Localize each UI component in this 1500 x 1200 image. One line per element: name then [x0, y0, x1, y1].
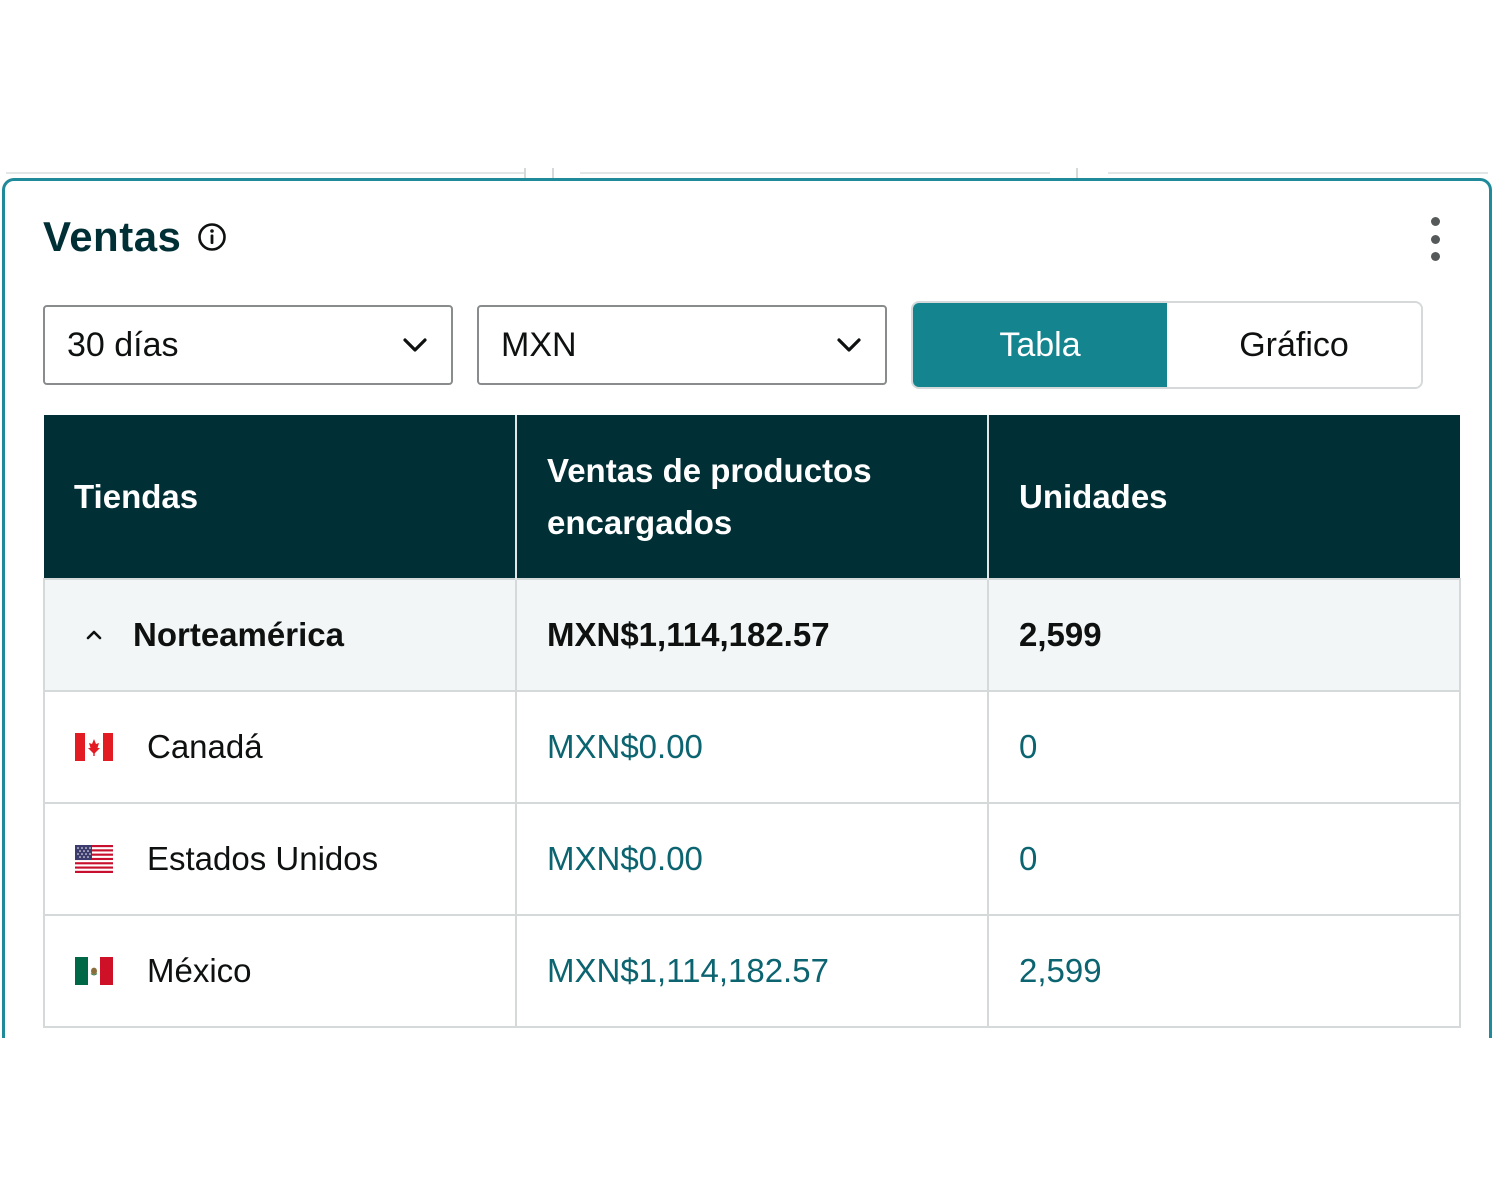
- neighbor-card-divider: [524, 168, 526, 178]
- group-sales: MXN$1,114,182.57: [515, 578, 989, 692]
- table-header-row: Tiendas Ventas de productos encargados U…: [44, 415, 1460, 579]
- mexico-flag-icon: [75, 957, 113, 985]
- store-cell: Canadá: [43, 690, 517, 804]
- group-store-cell: Norteamérica: [43, 578, 517, 692]
- store-sales[interactable]: MXN$0.00: [515, 802, 989, 916]
- currency-select-value: MXN: [501, 325, 577, 364]
- column-header-sales: Ventas de productos encargados: [516, 415, 989, 579]
- currency-select[interactable]: MXN: [477, 305, 887, 385]
- kebab-menu-icon[interactable]: [1427, 217, 1443, 261]
- store-units[interactable]: 0: [987, 802, 1461, 916]
- group-name: Norteamérica: [133, 616, 344, 653]
- table-row: Estados Unidos MXN$0.00 0: [43, 802, 1461, 916]
- table-row: México MXN$1,114,182.57 2,599: [43, 914, 1461, 1028]
- filter-controls: 30 días MXN Tabla Gráfico: [43, 301, 1423, 389]
- store-cell: México: [43, 914, 517, 1028]
- chevron-down-icon: [837, 338, 861, 352]
- chevron-down-icon: [403, 338, 427, 352]
- column-header-units: Unidades: [988, 415, 1460, 579]
- store-sales[interactable]: MXN$1,114,182.57: [515, 914, 989, 1028]
- chevron-up-icon[interactable]: [83, 624, 105, 646]
- group-units: 2,599: [987, 578, 1461, 692]
- column-header-stores: Tiendas: [44, 415, 517, 579]
- neighbor-card-edge: [1108, 172, 1488, 174]
- store-name: Estados Unidos: [147, 840, 379, 877]
- card-header: Ventas: [43, 213, 227, 261]
- sales-table: Tiendas Ventas de productos encargados U…: [43, 415, 1461, 1028]
- card-title: Ventas: [43, 213, 182, 260]
- neighbor-card-edge: [6, 172, 526, 174]
- store-name: Canadá: [147, 728, 263, 765]
- tab-grafico[interactable]: Gráfico: [1167, 303, 1421, 387]
- info-circle-icon[interactable]: [197, 222, 227, 252]
- store-units[interactable]: 0: [987, 690, 1461, 804]
- table-row-group[interactable]: Norteamérica MXN$1,114,182.57 2,599: [43, 578, 1461, 692]
- store-units[interactable]: 2,599: [987, 914, 1461, 1028]
- stage: Ventas 30 días MXN Tabla Gráfico Tiendas…: [0, 0, 1500, 1200]
- canada-flag-icon: [75, 733, 113, 761]
- period-select-value: 30 días: [67, 325, 179, 364]
- store-cell: Estados Unidos: [43, 802, 517, 916]
- period-select[interactable]: 30 días: [43, 305, 453, 385]
- usa-flag-icon: [75, 845, 113, 873]
- store-sales[interactable]: MXN$0.00: [515, 690, 989, 804]
- neighbor-card-divider: [1076, 168, 1078, 178]
- neighbor-card-divider: [552, 168, 554, 178]
- kebab-dot: [1430, 252, 1440, 261]
- sales-card: Ventas 30 días MXN Tabla Gráfico Tiendas…: [2, 178, 1492, 1038]
- table-row: Canadá MXN$0.00 0: [43, 690, 1461, 804]
- store-name: México: [147, 952, 252, 989]
- kebab-dot: [1430, 217, 1440, 226]
- neighbor-card-edge: [580, 172, 1050, 174]
- view-toggle: Tabla Gráfico: [911, 301, 1423, 389]
- tab-tabla[interactable]: Tabla: [913, 303, 1167, 387]
- kebab-dot: [1430, 234, 1440, 244]
